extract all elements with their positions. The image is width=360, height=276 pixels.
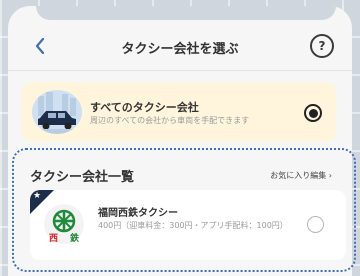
all-taxi-option[interactable]: すべてのタクシー会社 周辺のすべての会社から車両を手配できます <box>22 82 336 142</box>
company-radio[interactable] <box>307 216 324 233</box>
favorite-edit-link[interactable]: お気に入り編集 › <box>270 170 332 181</box>
logo-char-1: 西 <box>49 233 58 244</box>
taxi-icon <box>32 90 82 134</box>
favorite-star-icon: ★ <box>33 191 42 201</box>
logo-char-2: 鉄 <box>70 232 80 244</box>
sheet-top-map-strip <box>36 6 336 20</box>
company-fee: 400円（迎車料金：300円・アプリ手配料：100円） <box>98 221 288 230</box>
help-button[interactable]: ? <box>310 34 334 58</box>
all-option-subtitle: 周辺のすべての会社から車両を手配できます <box>90 116 250 125</box>
page-title: タクシー会社を選ぶ <box>121 42 239 57</box>
company-item[interactable]: ★ 西 鉄 福岡西鉄タクシー 400円（迎車料金：300円・アプリ手配料：100… <box>30 190 346 260</box>
company-name: 福岡西鉄タクシー <box>98 208 178 219</box>
nishitetsu-logo-icon: 西 鉄 <box>44 204 84 244</box>
company-list-title: タクシー会社一覧 <box>30 170 135 185</box>
all-option-radio-selected[interactable] <box>304 104 322 122</box>
header: タクシー会社を選ぶ ? <box>8 24 352 70</box>
help-icon: ? <box>318 39 326 53</box>
all-option-title: すべてのタクシー会社 <box>90 101 199 114</box>
header-divider <box>8 70 352 71</box>
